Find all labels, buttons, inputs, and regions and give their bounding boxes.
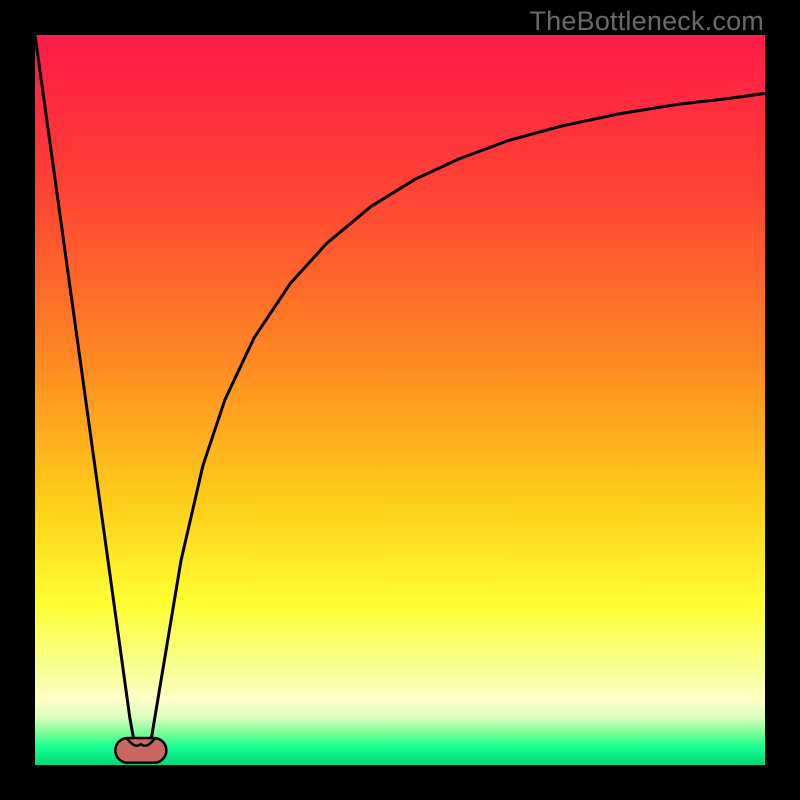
minimum-marker [115,738,166,763]
plot-area [35,35,765,765]
gradient-background [35,35,765,765]
chart-frame: TheBottleneck.com [0,0,800,800]
watermark-text: TheBottleneck.com [529,6,764,37]
chart-canvas [35,35,765,765]
